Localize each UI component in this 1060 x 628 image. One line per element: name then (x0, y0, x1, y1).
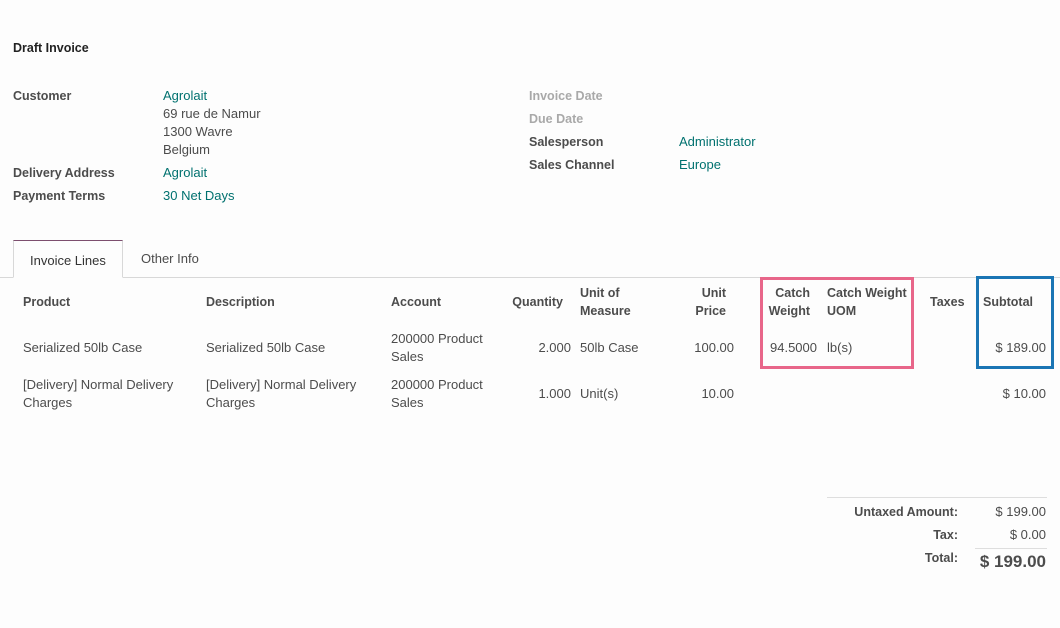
salesperson-link[interactable]: Administrator (679, 133, 756, 151)
customer-link[interactable]: Agrolait (163, 87, 207, 105)
cell-unit-price: 100.00 (694, 340, 734, 355)
catch-weight-highlight-box (760, 277, 914, 369)
col-product[interactable]: Product (23, 293, 70, 311)
totals-top-divider (827, 497, 1047, 498)
cell-unit-price: 10.00 (701, 386, 734, 401)
payment-terms-label: Payment Terms (13, 189, 106, 203)
col-unit-price-line2: Price (695, 304, 726, 318)
col-uom[interactable]: Unit of Measure (580, 284, 631, 320)
col-taxes[interactable]: Taxes (930, 293, 965, 311)
delivery-address-link[interactable]: Agrolait (163, 164, 207, 182)
col-uom-line1: Unit of (580, 286, 620, 300)
tab-invoice-lines[interactable]: Invoice Lines (13, 240, 123, 278)
cell-quantity: 2.000 (538, 340, 571, 355)
customer-label: Customer (13, 89, 72, 103)
cell-account: 200000 Product Sales (391, 330, 483, 366)
delivery-address-label: Delivery Address (13, 166, 115, 180)
cell-uom: 50lb Case (580, 340, 639, 355)
sales-channel-label: Sales Channel (529, 158, 615, 172)
cell-subtotal: $ 10.00 (1002, 386, 1046, 401)
col-quantity[interactable]: Quantity (500, 293, 563, 311)
untaxed-amount-value: $ 199.00 (995, 504, 1046, 519)
customer-address-city: 1300 Wavre (163, 124, 233, 139)
customer-address-country: Belgium (163, 142, 210, 157)
cell-description: [Delivery] Normal Delivery Charges (206, 376, 356, 412)
sales-channel-link[interactable]: Europe (679, 156, 721, 174)
invoice-form: Draft Invoice Customer Agrolait 69 rue d… (0, 0, 1060, 628)
invoice-date-label: Invoice Date (529, 89, 603, 103)
total-value: $ 199.00 (979, 552, 1046, 571)
cell-product: [Delivery] Normal Delivery Charges (23, 376, 173, 412)
subtotal-highlight-box (976, 276, 1054, 369)
cell-uom: Unit(s) (580, 386, 619, 401)
total-divider (975, 548, 1047, 549)
col-unit-price-line1: Unit (701, 286, 726, 300)
cell-account-line1: 200000 Product (391, 331, 483, 346)
page-title: Draft Invoice (13, 41, 89, 55)
tax-value: $ 0.00 (1009, 527, 1046, 542)
col-uom-line2: Measure (580, 304, 631, 318)
cell-product-line1: [Delivery] Normal Delivery (23, 377, 174, 392)
customer-address-street: 69 rue de Namur (163, 106, 261, 121)
cell-account-line2: Sales (391, 349, 424, 364)
cell-description-line1: [Delivery] Normal Delivery (206, 377, 357, 392)
cell-description: Serialized 50lb Case (206, 340, 326, 355)
cell-description-line2: Charges (206, 395, 256, 410)
col-unit-price[interactable]: Unit Price (680, 284, 726, 320)
cell-account: 200000 Product Sales (391, 376, 483, 412)
col-account[interactable]: Account (391, 293, 441, 311)
cell-account-line2: Sales (391, 395, 424, 410)
salesperson-label: Salesperson (529, 135, 604, 149)
payment-terms-link[interactable]: 30 Net Days (163, 187, 235, 205)
cell-account-line1: 200000 Product (391, 377, 483, 392)
col-description[interactable]: Description (206, 293, 275, 311)
cell-product: Serialized 50lb Case (23, 340, 143, 355)
cell-quantity: 1.000 (538, 386, 571, 401)
tab-other-info[interactable]: Other Info (125, 240, 215, 278)
due-date-label: Due Date (529, 112, 584, 126)
cell-product-line2: Charges (23, 395, 73, 410)
